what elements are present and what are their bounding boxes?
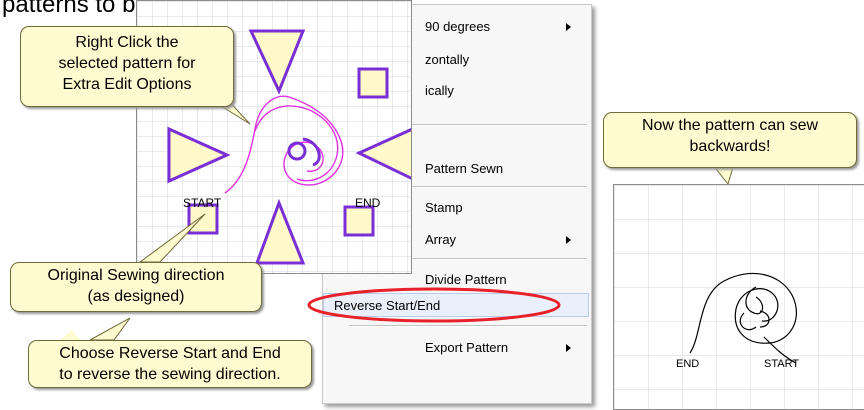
callout-line: backwards! — [689, 138, 771, 155]
callout-right-click: Right Click the selected pattern for Ext… — [20, 26, 234, 107]
callout-line: Original Sewing direction — [47, 267, 225, 284]
callout-line: to reverse the sewing direction. — [59, 366, 281, 383]
callout-line: Now the pattern can sew — [641, 117, 819, 134]
callout-line: (as designed) — [87, 288, 185, 305]
callout-line: Right Click the — [75, 34, 179, 51]
callout-line: selected pattern for — [58, 55, 196, 72]
callout-now-backwards: Now the pattern can sew backwards! — [603, 112, 857, 168]
callout-original-direction: Original Sewing direction (as designed) — [10, 262, 262, 312]
callout-line: Extra Edit Options — [62, 76, 192, 93]
callout-choose-reverse: Choose Reverse Start and End to reverse … — [28, 340, 312, 388]
callout-line: Choose Reverse Start and End — [59, 345, 281, 362]
